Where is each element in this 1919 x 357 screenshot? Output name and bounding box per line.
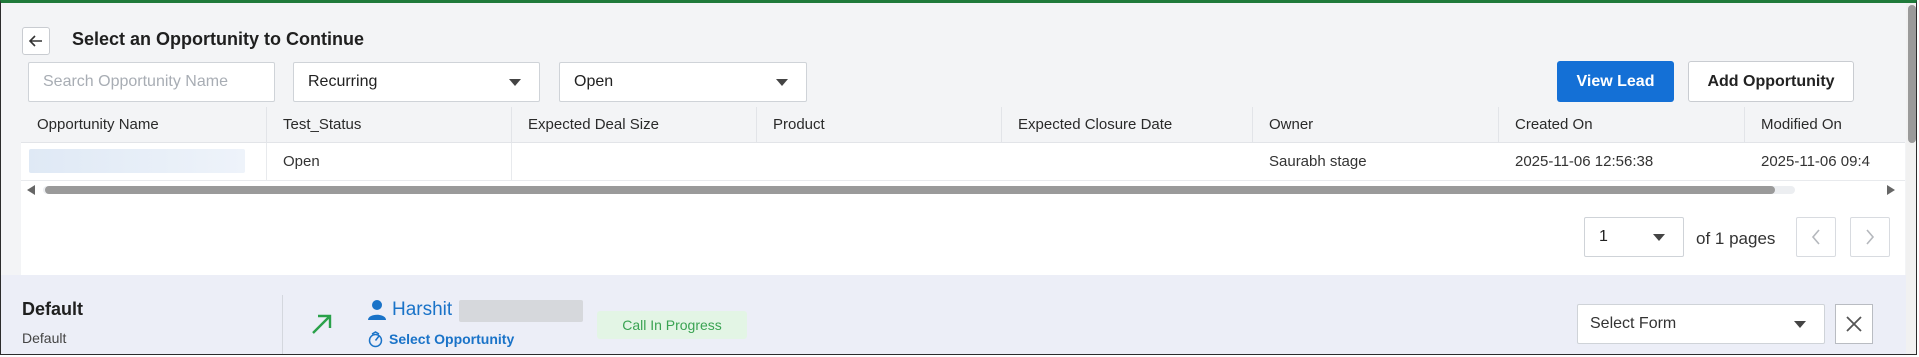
product-cell (757, 143, 1002, 180)
column-header[interactable]: Expected Closure Date (1002, 107, 1253, 143)
type-select[interactable]: Recurring (293, 62, 540, 102)
column-header[interactable]: Expected Deal Size (512, 107, 757, 143)
pages-count-text: of 1 pages (1696, 229, 1776, 248)
chevron-left-icon (1811, 229, 1820, 245)
column-header[interactable]: Created On (1499, 107, 1745, 143)
scrollbar-thumb[interactable] (1908, 5, 1916, 143)
chevron-right-icon (1866, 229, 1875, 245)
opportunity-name-cell[interactable] (21, 143, 267, 180)
campaign-title: Default (22, 299, 84, 319)
call-bar: Default Default Harshit Select Opportuni… (1, 275, 1916, 354)
search-opportunity-input[interactable]: Search Opportunity Name (28, 62, 275, 102)
table-header: Opportunity Name Test_Status Expected De… (21, 107, 1905, 143)
caret-down-icon (776, 79, 788, 86)
page-number-value: 1 (1599, 228, 1608, 245)
view-lead-button[interactable]: View Lead (1557, 61, 1674, 102)
caret-down-icon (509, 79, 521, 86)
scrollbar-thumb[interactable] (45, 186, 1775, 194)
closure-date-cell (1002, 143, 1253, 180)
scroll-left-icon[interactable] (27, 185, 35, 195)
status-cell: Open (267, 143, 512, 180)
close-icon (1846, 316, 1862, 332)
opportunity-table: Opportunity Name Test_Status Expected De… (21, 107, 1905, 199)
contact-name-link[interactable]: Harshit (392, 299, 452, 321)
campaign-subtitle: Default (22, 330, 67, 346)
created-on-cell: 2025-11-06 12:56:38 (1515, 153, 1654, 170)
select-form-placeholder: Select Form (1590, 315, 1677, 332)
outgoing-call-arrow-icon (312, 314, 332, 334)
page-title: Select an Opportunity to Continue (72, 29, 364, 49)
table-row[interactable]: Open Saurabh stage 2025-11-06 12:56:38 2… (21, 143, 1905, 181)
scroll-right-icon[interactable] (1887, 185, 1895, 195)
type-select-value: Recurring (308, 73, 378, 90)
opportunity-dialog: Select an Opportunity to Continue Search… (0, 0, 1917, 355)
back-arrow-icon (29, 35, 42, 47)
status-select[interactable]: Open (559, 62, 807, 102)
owner-cell: Saurabh stage (1269, 153, 1367, 170)
column-header[interactable]: Owner (1253, 107, 1499, 143)
column-header[interactable]: Opportunity Name (21, 107, 267, 143)
divider (282, 295, 283, 354)
column-header[interactable]: Product (757, 107, 1002, 143)
back-button[interactable] (22, 27, 50, 55)
previous-page-button[interactable] (1796, 217, 1836, 257)
column-header[interactable]: Modified On (1745, 107, 1905, 143)
select-form-dropdown[interactable]: Select Form (1577, 304, 1825, 344)
vertical-scrollbar[interactable] (1906, 3, 1916, 354)
select-opportunity-link[interactable]: Select Opportunity (389, 331, 514, 347)
next-page-button[interactable] (1850, 217, 1890, 257)
status-select-value: Open (574, 73, 614, 90)
caret-down-icon (1653, 234, 1665, 241)
add-opportunity-button[interactable]: Add Opportunity (1688, 61, 1854, 102)
close-button[interactable] (1835, 304, 1873, 344)
page-number-select[interactable]: 1 (1584, 217, 1684, 257)
caret-down-icon (1794, 321, 1806, 328)
redacted-name (29, 149, 245, 173)
person-icon (368, 300, 386, 320)
search-placeholder: Search Opportunity Name (43, 73, 228, 90)
column-header[interactable]: Test_Status (267, 107, 512, 143)
opportunity-icon (368, 331, 383, 348)
pagination: 1 of 1 pages (21, 197, 1905, 275)
call-status-badge: Call In Progress (597, 311, 747, 339)
modified-on-cell: 2025-11-06 09:4 (1761, 153, 1870, 170)
redacted-contact-detail (459, 300, 583, 322)
deal-size-cell (512, 143, 757, 180)
